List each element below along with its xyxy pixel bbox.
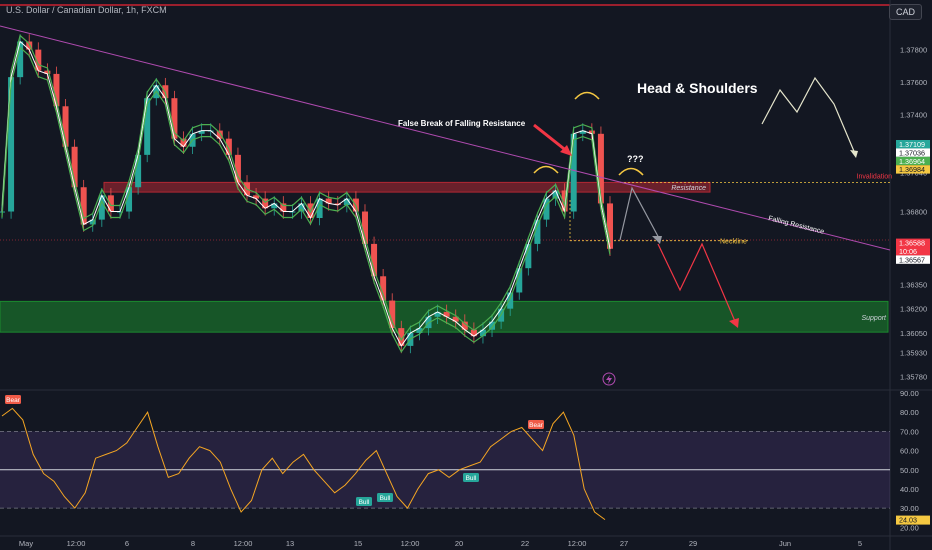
price-tick-label: 1.36200 [900,305,927,314]
rsi-tick-label: 40.00 [900,485,919,494]
time-tick-label: 12:00 [568,539,587,548]
time-tick-label: 15 [354,539,362,548]
time-tick-label: Jun [779,539,791,548]
rsi-current-label: 24.03 [899,516,917,525]
rsi-tick-label: 90.00 [900,389,919,398]
neckline-label: Neckline [720,239,747,246]
signal-label: Bear [6,397,21,404]
time-tick-label: 6 [125,539,129,548]
rsi-tick-label: 30.00 [900,504,919,513]
chart-title: U.S. Dollar / Canadian Dollar, 1h, FXCM [6,5,167,15]
time-tick-label: 12:00 [234,539,253,548]
price-tick-label: 1.36350 [900,280,927,289]
chart-canvas: Resistance Support Invalidation Neckline Fal… [0,0,932,550]
zone-label: Support [861,315,887,322]
signal-label: Bull [380,495,391,502]
price-label-text: 1.36984 [899,165,925,174]
zone-resistance [103,181,711,193]
false-break-label: False Break of Falling Resistance [398,119,526,128]
price-tick-label: 1.35930 [900,348,927,357]
price-tick-label: 1.35780 [900,373,927,382]
rsi-tick-label: 80.00 [900,408,919,417]
time-tick-label: 27 [620,539,628,548]
time-tick-label: May [19,539,33,548]
time-tick-label: 5 [858,539,862,548]
currency-button[interactable]: CAD [888,4,922,20]
rsi-tick-label: 20.00 [900,523,919,532]
question-label: ??? [627,154,644,164]
price-tick-label: 1.37400 [900,110,927,119]
time-tick-label: 29 [689,539,697,548]
price-tick-label: 1.37800 [900,46,927,55]
time-tick-label: 13 [286,539,294,548]
price-tick-label: 1.36800 [900,208,927,217]
signal-label: Bull [466,475,477,482]
time-tick-label: 8 [191,539,195,548]
rsi-tick-label: 70.00 [900,427,919,436]
time-tick-label: 20 [455,539,463,548]
rsi-tick-label: 60.00 [900,447,919,456]
signal-label: Bull [359,499,370,506]
price-tick-label: 1.36050 [900,329,927,338]
head-shoulders-title: Head & Shoulders [637,80,758,96]
time-tick-label: 22 [521,539,529,548]
price-label-text: 1.36567 [899,255,925,264]
signal-label: Bear [529,422,544,429]
zone-label: Resistance [671,185,706,192]
time-tick-label: 12:00 [67,539,86,548]
candle-body [507,292,514,309]
candle-body [107,195,114,212]
rsi-tick-label: 50.00 [900,466,919,475]
time-tick-label: 12:00 [401,539,420,548]
candle-body [225,138,232,155]
price-tick-label: 1.37600 [900,78,927,87]
invalidation-label: Invalidation [857,173,893,180]
